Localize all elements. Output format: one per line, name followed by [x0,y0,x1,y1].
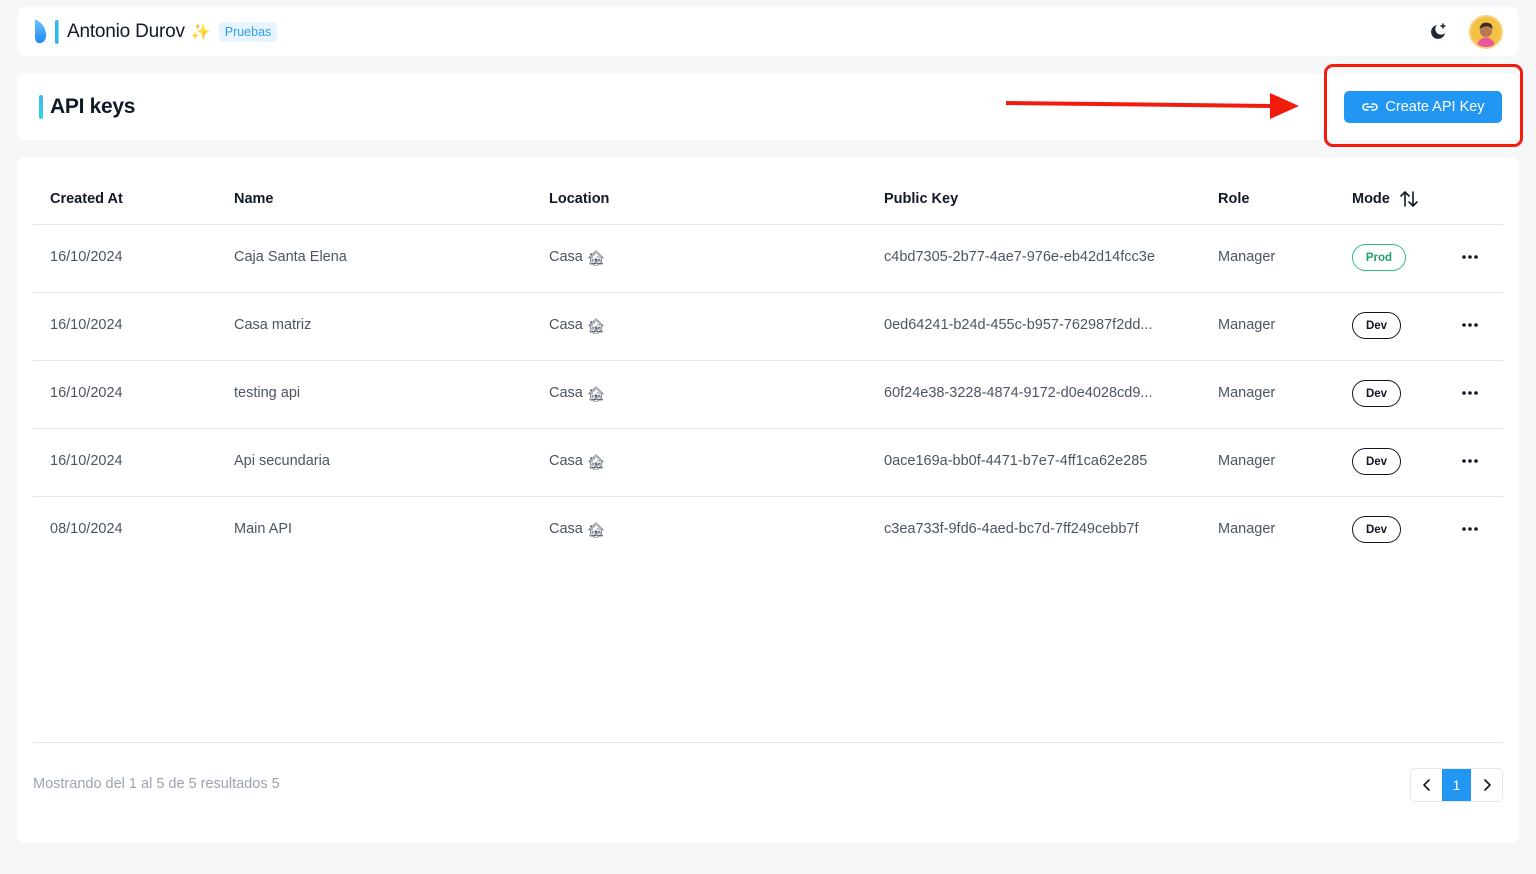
mode-badge: Dev [1352,312,1401,339]
table-row[interactable]: 16/10/2024 Casa matriz Casa 🏚 0ed64241-b2… [33,293,1503,361]
chevron-right-icon [1483,779,1491,791]
previous-page-button[interactable] [1411,769,1442,801]
table-header: Created At Name Location Public Key Role… [33,180,1503,225]
house-icon: 🏚 [586,523,606,539]
location-label: Casa [549,385,583,401]
pagination: 1 [1410,768,1503,802]
page-button-current[interactable]: 1 [1442,769,1471,801]
table-row[interactable]: 16/10/2024 testing api Casa 🏚 60f24e38-32… [33,361,1503,429]
cell-location: Casa 🏚 [549,521,605,539]
cell-name: Api secundaria [234,453,330,469]
link-icon [1362,103,1379,111]
location-label: Casa [549,453,583,469]
house-icon: 🏚 [586,319,606,335]
cell-role: Manager [1218,453,1276,469]
cell-name: Main API [234,521,293,537]
cell-created-at: 16/10/2024 [50,385,123,401]
next-page-button[interactable] [1471,769,1502,801]
user-name: Antonio Durov [67,20,185,42]
more-options-icon[interactable] [1458,381,1482,405]
more-options-icon[interactable] [1458,517,1482,541]
location-label: Casa [549,521,583,537]
cell-created-at: 08/10/2024 [50,521,123,537]
cell-created-at: 16/10/2024 [50,249,123,265]
create-api-key-button[interactable]: Create API Key [1344,91,1502,123]
mode-badge: Prod [1352,244,1406,271]
column-role: Role [1218,191,1250,207]
column-created-at: Created At [50,191,123,207]
create-api-key-label: Create API Key [1385,99,1485,115]
user-avatar[interactable] [1469,14,1503,49]
top-bar: Antonio Durov ✨ Pruebas [17,7,1519,56]
cell-created-at: 16/10/2024 [50,317,123,333]
theme-toggle-icon[interactable] [1423,17,1453,47]
location-label: Casa [549,249,583,265]
chevron-left-icon [1422,779,1430,791]
cell-role: Manager [1218,249,1276,265]
more-options-icon[interactable] [1458,449,1482,473]
cell-public-key: c3ea733f-9fd6-4aed-bc7d-7ff249cebb7f [884,521,1139,537]
mode-badge: Dev [1352,516,1401,543]
cell-public-key: c4bd7305-2b77-4ae7-976e-eb42d14fcc3e [884,249,1155,265]
title-accent-bar [39,95,43,119]
cell-role: Manager [1218,317,1276,333]
cell-created-at: 16/10/2024 [50,453,123,469]
cell-public-key: 0ed64241-b24d-455c-b957-762987f2dd... [884,317,1153,333]
table-row[interactable]: 16/10/2024 Caja Santa Elena Casa 🏚 c4bd73… [33,225,1503,293]
table-row[interactable]: 16/10/2024 Api secundaria Casa 🏚 0ace169a… [33,429,1503,497]
column-mode-label: Mode [1352,191,1390,207]
cell-role: Manager [1218,521,1276,537]
column-mode[interactable]: Mode [1352,188,1420,210]
cell-location: Casa 🏚 [549,249,605,267]
cell-public-key: 60f24e38-3228-4874-9172-d0e4028cd9... [884,385,1153,401]
sort-icon[interactable] [1398,188,1420,210]
page-header: API keys [17,74,1519,140]
page-title: API keys [50,95,136,118]
column-location: Location [549,191,610,207]
cell-role: Manager [1218,385,1276,401]
cell-location: Casa 🏚 [549,317,605,335]
location-label: Casa [549,317,583,333]
mode-badge: Dev [1352,380,1401,407]
cell-public-key: 0ace169a-bb0f-4471-b7e7-4ff1ca62e285 [884,453,1148,469]
app-logo[interactable] [33,18,61,46]
api-keys-table: Created At Name Location Public Key Role… [17,157,1519,843]
column-name: Name [234,191,274,207]
environment-badge: Pruebas [218,21,278,42]
more-options-icon[interactable] [1458,313,1482,337]
cell-name: Caja Santa Elena [234,249,347,265]
cell-name: Casa matriz [234,317,312,333]
sparkles-icon: ✨ [190,23,211,41]
house-icon: 🏚 [586,251,606,267]
table-row[interactable]: 08/10/2024 Main API Casa 🏚 c3ea733f-9fd6-… [33,497,1503,565]
results-summary: Mostrando del 1 al 5 de 5 resultados 5 [33,776,280,792]
mode-badge: Dev [1352,448,1401,475]
cell-location: Casa 🏚 [549,453,605,471]
house-icon: 🏚 [586,455,606,471]
cell-location: Casa 🏚 [549,385,605,403]
house-icon: 🏚 [586,387,606,403]
more-options-icon[interactable] [1458,245,1482,269]
column-public-key: Public Key [884,191,959,207]
footer-divider [33,742,1503,743]
cell-name: testing api [234,385,301,401]
